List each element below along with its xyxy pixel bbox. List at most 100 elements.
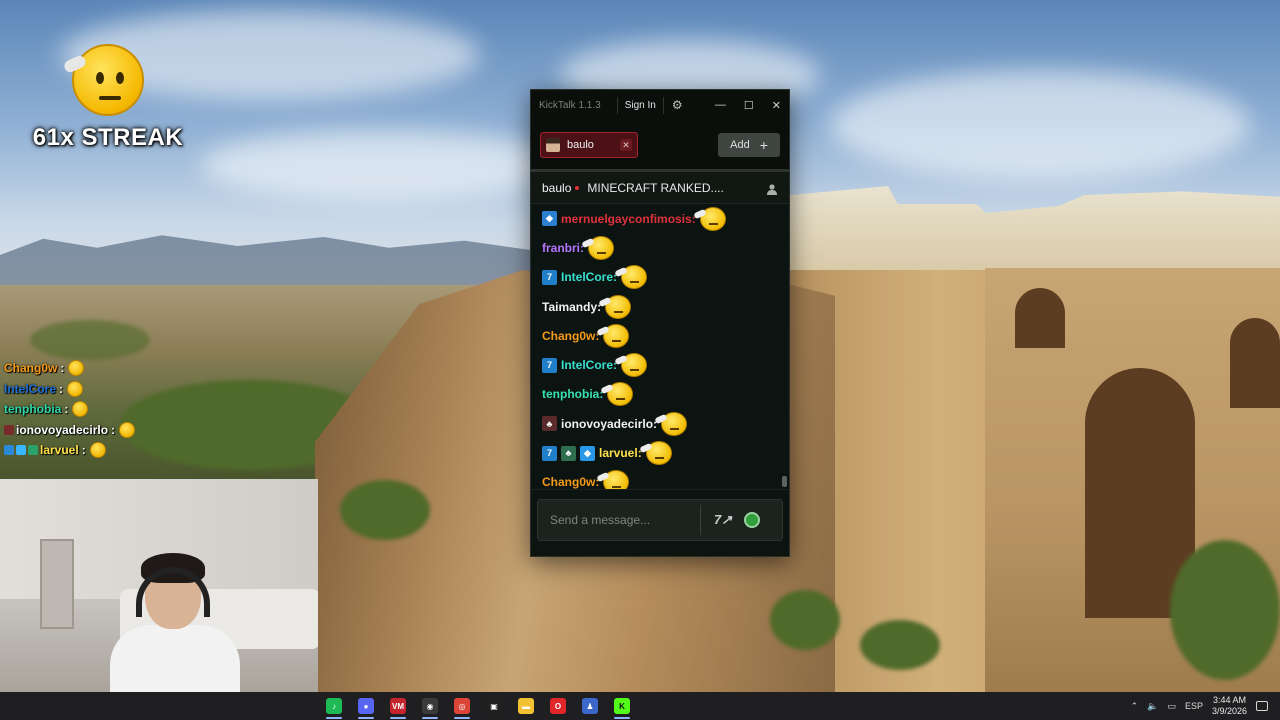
- clock[interactable]: 3:44 AM 3/9/2026: [1212, 695, 1247, 717]
- scrollbar[interactable]: [782, 476, 787, 487]
- kicktalk-window: KickTalk 1.1.3 Sign In ⚙ — ☐ ✕ baulo ✕ A…: [530, 89, 790, 557]
- tab-close-icon[interactable]: ✕: [620, 138, 632, 151]
- chat-message[interactable]: ♣ ionovoyadecirlo:: [542, 409, 789, 438]
- thinking-emote-icon: [67, 380, 84, 397]
- voicemeeter-icon: VM: [390, 698, 406, 714]
- plus-icon: +: [759, 136, 768, 153]
- tab-baulo[interactable]: baulo ✕: [540, 131, 638, 158]
- chat-messages[interactable]: ◆ mernuelgayconfimosis: franbri: 7 IntelCore…: [531, 204, 789, 489]
- thinking-emote-icon: [661, 411, 688, 436]
- chat-message[interactable]: 7 ♣ ◆ larvuel:: [542, 438, 789, 467]
- 7tv-emotes-icon[interactable]: 7↗: [714, 512, 732, 528]
- badge-icon: ♣: [542, 416, 557, 432]
- network-icon[interactable]: ▭: [1167, 701, 1176, 712]
- tab-label: baulo: [567, 138, 594, 151]
- taskbar-app[interactable]: ●: [350, 692, 382, 720]
- sign-in-button[interactable]: Sign In: [616, 96, 664, 114]
- channel-tabs: baulo ✕ Add +: [531, 120, 789, 172]
- chevron-up-icon[interactable]: ⌃: [1131, 701, 1139, 712]
- chat-message[interactable]: franbri:: [542, 233, 789, 262]
- colon: :: [64, 402, 69, 417]
- thinking-emote-icon: [119, 421, 136, 438]
- streamer: [110, 553, 240, 692]
- colon: :: [59, 381, 64, 396]
- channel-name: baulo: [542, 180, 572, 195]
- badge-icon: [4, 424, 14, 435]
- taskbar-app[interactable]: ◎: [446, 692, 478, 720]
- badge-icon: ◆: [580, 445, 595, 461]
- overlay-username: Chang0w: [4, 361, 58, 376]
- language-indicator[interactable]: ESP: [1185, 701, 1203, 711]
- chat-message[interactable]: ◆ mernuelgayconfimosis:: [542, 204, 789, 233]
- thinking-emote-icon: [89, 442, 106, 459]
- colon: :: [60, 361, 65, 376]
- thinking-emote-icon: [699, 206, 726, 231]
- chat-message[interactable]: Chang0w:: [542, 468, 789, 489]
- overlay-chat-row: Chang0w:: [4, 358, 204, 379]
- message-input[interactable]: [550, 513, 690, 527]
- chat-message[interactable]: 7 IntelCore:: [542, 263, 789, 292]
- taskbar: ♪ ● VM ◉ ◎ ▣ ▬ O ♟ K ⌃ 🔈 ▭ ESP 3:44 AM 3/9/2026: [0, 692, 1280, 720]
- thinking-emote-icon: [603, 323, 630, 348]
- add-label: Add: [730, 138, 750, 151]
- chat-message[interactable]: Chang0w:: [542, 321, 789, 350]
- streak-label: 61x STREAK: [32, 124, 184, 151]
- badge-icon: [16, 445, 26, 456]
- thinking-emote-icon: [607, 382, 634, 407]
- chat-username[interactable]: IntelCore:: [561, 358, 617, 372]
- taskbar-app[interactable]: ▬: [510, 692, 542, 720]
- badge-icon: 7: [542, 269, 557, 285]
- taskbar-app[interactable]: ▣: [478, 692, 510, 720]
- taskbar-app[interactable]: ♟: [574, 692, 606, 720]
- taskbar-app[interactable]: VM: [382, 692, 414, 720]
- taskbar-app[interactable]: O: [542, 692, 574, 720]
- game-icon: ♟: [582, 698, 598, 714]
- overlay-username: ionovoyadecirlo: [16, 422, 109, 437]
- taskbar-app[interactable]: ♪: [318, 692, 350, 720]
- chat-username[interactable]: ionovoyadecirlo:: [561, 417, 657, 431]
- user-icon[interactable]: [766, 182, 778, 195]
- overlay-username: tenphobia: [4, 402, 62, 417]
- badge-icon: ♣: [561, 445, 576, 461]
- thinking-emote-icon: [645, 441, 672, 466]
- chat-username[interactable]: larvuel:: [599, 446, 642, 460]
- volume-icon[interactable]: 🔈: [1147, 701, 1158, 712]
- title-bar[interactable]: KickTalk 1.1.3 Sign In ⚙ — ☐ ✕: [531, 90, 789, 120]
- thinking-emote-icon: [72, 401, 89, 418]
- stream-chat-overlay: Chang0w: IntelCore: tenphobia: ionovoyadeci…: [4, 358, 204, 461]
- thinking-emote-icon: [588, 235, 614, 260]
- chat-username[interactable]: IntelCore:: [561, 270, 617, 284]
- discord-icon: ●: [358, 698, 374, 714]
- avatar: [546, 137, 560, 152]
- minimize-icon[interactable]: —: [715, 99, 726, 112]
- overlay-chat-row: ionovoyadecirlo:: [4, 420, 204, 441]
- badge-icon: 7: [542, 445, 557, 461]
- close-icon[interactable]: ✕: [772, 99, 781, 112]
- thinking-emote-icon: [68, 360, 85, 377]
- badge-icon: ◆: [542, 211, 557, 227]
- chat-username[interactable]: Taimandy:: [542, 300, 601, 314]
- obs-icon: ◉: [422, 698, 438, 714]
- gear-icon[interactable]: ⚙: [672, 99, 684, 111]
- chat-username[interactable]: Chang0w:: [542, 475, 599, 489]
- thinking-emote-icon: [62, 44, 144, 116]
- notifications-icon[interactable]: [1256, 701, 1268, 711]
- add-channel-button[interactable]: Add +: [718, 132, 780, 157]
- chat-input-area: 7↗: [531, 489, 789, 549]
- taskbar-app[interactable]: ◉: [414, 692, 446, 720]
- maximize-icon[interactable]: ☐: [744, 99, 754, 112]
- chat-username[interactable]: franbri:: [542, 241, 584, 255]
- streak-overlay: 61x STREAK: [28, 44, 188, 152]
- chat-message[interactable]: Taimandy:: [542, 292, 789, 321]
- chat-message[interactable]: tenphobia:: [542, 380, 789, 409]
- chat-username[interactable]: mernuelgayconfimosis:: [561, 212, 696, 226]
- live-dot-icon: [575, 185, 580, 190]
- badge-icon: [28, 445, 38, 456]
- overlay-username: larvuel: [40, 443, 79, 458]
- taskbar-app[interactable]: K: [606, 692, 638, 720]
- chat-message[interactable]: 7 IntelCore:: [542, 350, 789, 379]
- chat-username[interactable]: tenphobia:: [542, 387, 603, 401]
- chat-input-box[interactable]: 7↗: [537, 499, 783, 541]
- emote-picker-icon[interactable]: [744, 512, 761, 528]
- chat-username[interactable]: Chang0w:: [542, 329, 599, 343]
